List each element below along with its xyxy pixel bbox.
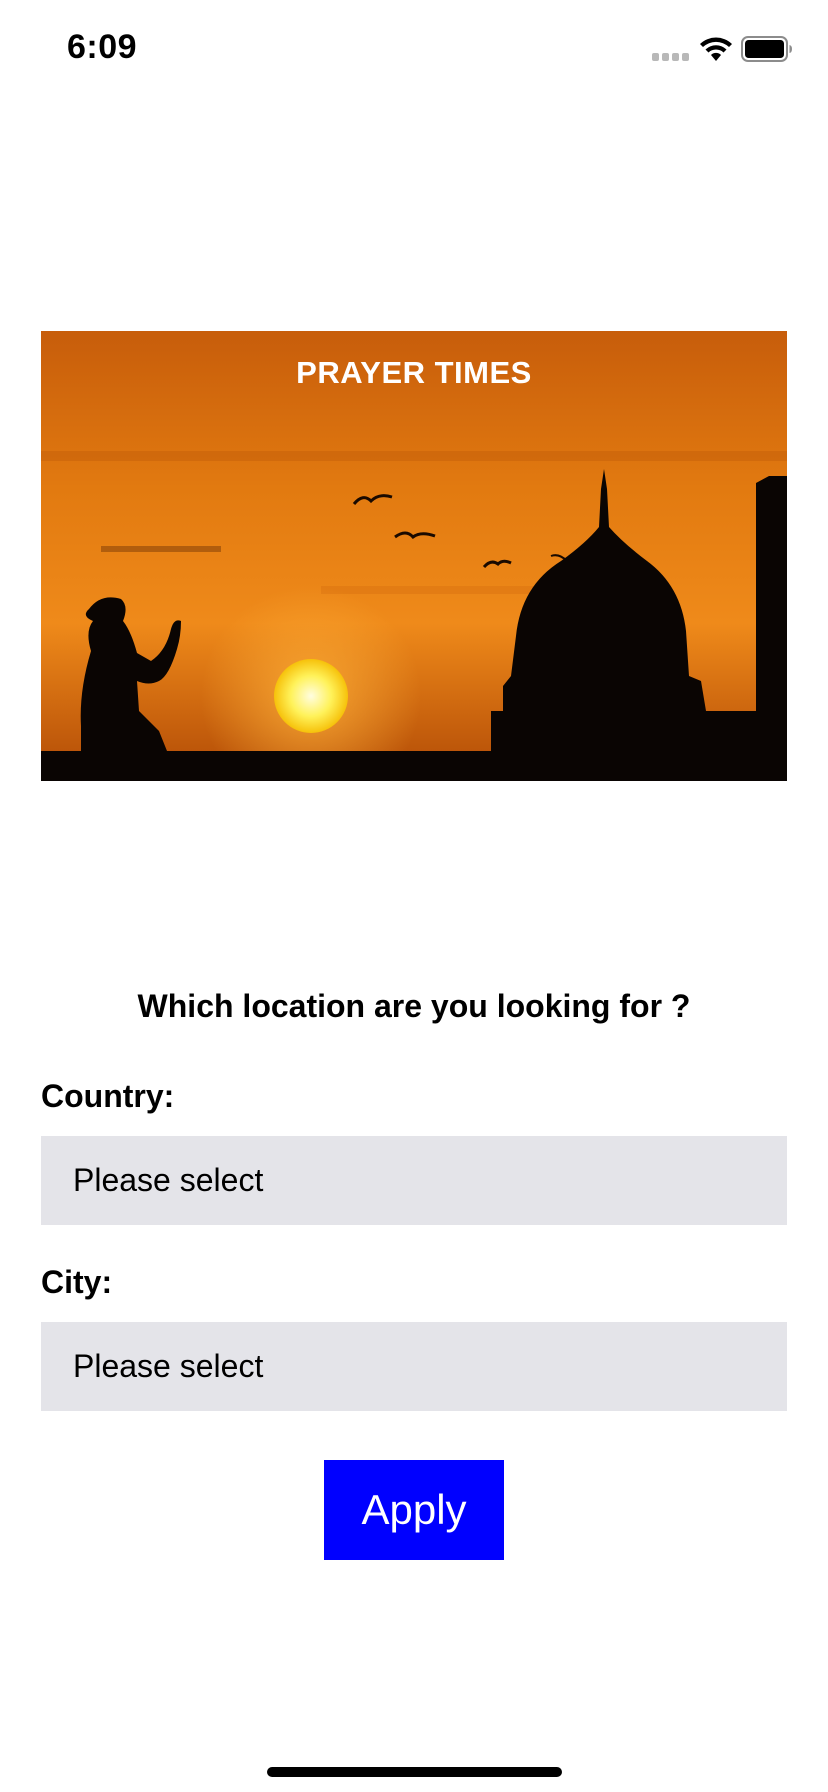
banner-title: PRAYER TIMES xyxy=(296,355,532,390)
signal-icon xyxy=(652,53,689,61)
banner-image: PRAYER TIMES xyxy=(41,331,787,781)
country-label: Country: xyxy=(41,1078,175,1114)
country-select[interactable]: Please select xyxy=(41,1136,787,1225)
home-indicator[interactable] xyxy=(267,1767,562,1777)
location-question: Which location are you looking for ? xyxy=(137,988,691,1024)
city-select-value: Please select xyxy=(73,1348,264,1384)
wifi-icon xyxy=(700,37,732,61)
country-select-value: Please select xyxy=(73,1162,264,1198)
battery-icon xyxy=(741,36,792,62)
status-time: 6:09 xyxy=(67,28,138,66)
city-label: City: xyxy=(41,1264,113,1300)
city-select[interactable]: Please select xyxy=(41,1322,787,1411)
apply-button[interactable]: Apply xyxy=(324,1460,504,1560)
